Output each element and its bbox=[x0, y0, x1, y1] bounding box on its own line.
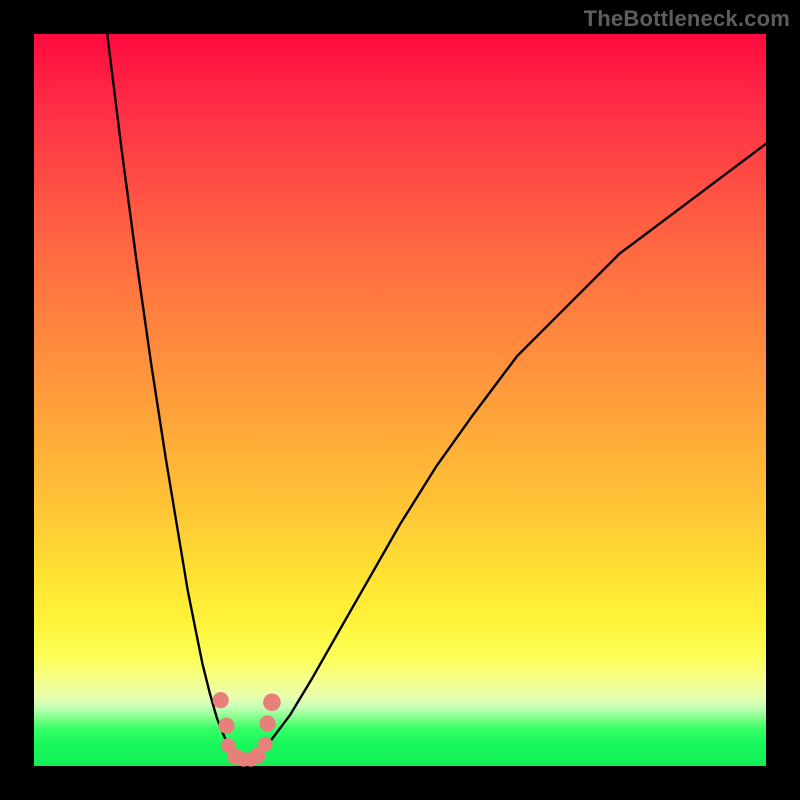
marker-dot bbox=[218, 718, 234, 734]
marker-dot bbox=[259, 715, 275, 731]
plot-area bbox=[34, 34, 766, 766]
marker-dot bbox=[263, 694, 281, 712]
marker-dot bbox=[213, 692, 229, 708]
curve-group bbox=[107, 34, 766, 761]
chart-svg bbox=[34, 34, 766, 766]
marker-group bbox=[213, 692, 281, 767]
marker-dot bbox=[258, 737, 273, 752]
bottleneck-curve bbox=[107, 34, 766, 761]
outer-frame: TheBottleneck.com bbox=[0, 0, 800, 800]
watermark-text: TheBottleneck.com bbox=[584, 6, 790, 32]
